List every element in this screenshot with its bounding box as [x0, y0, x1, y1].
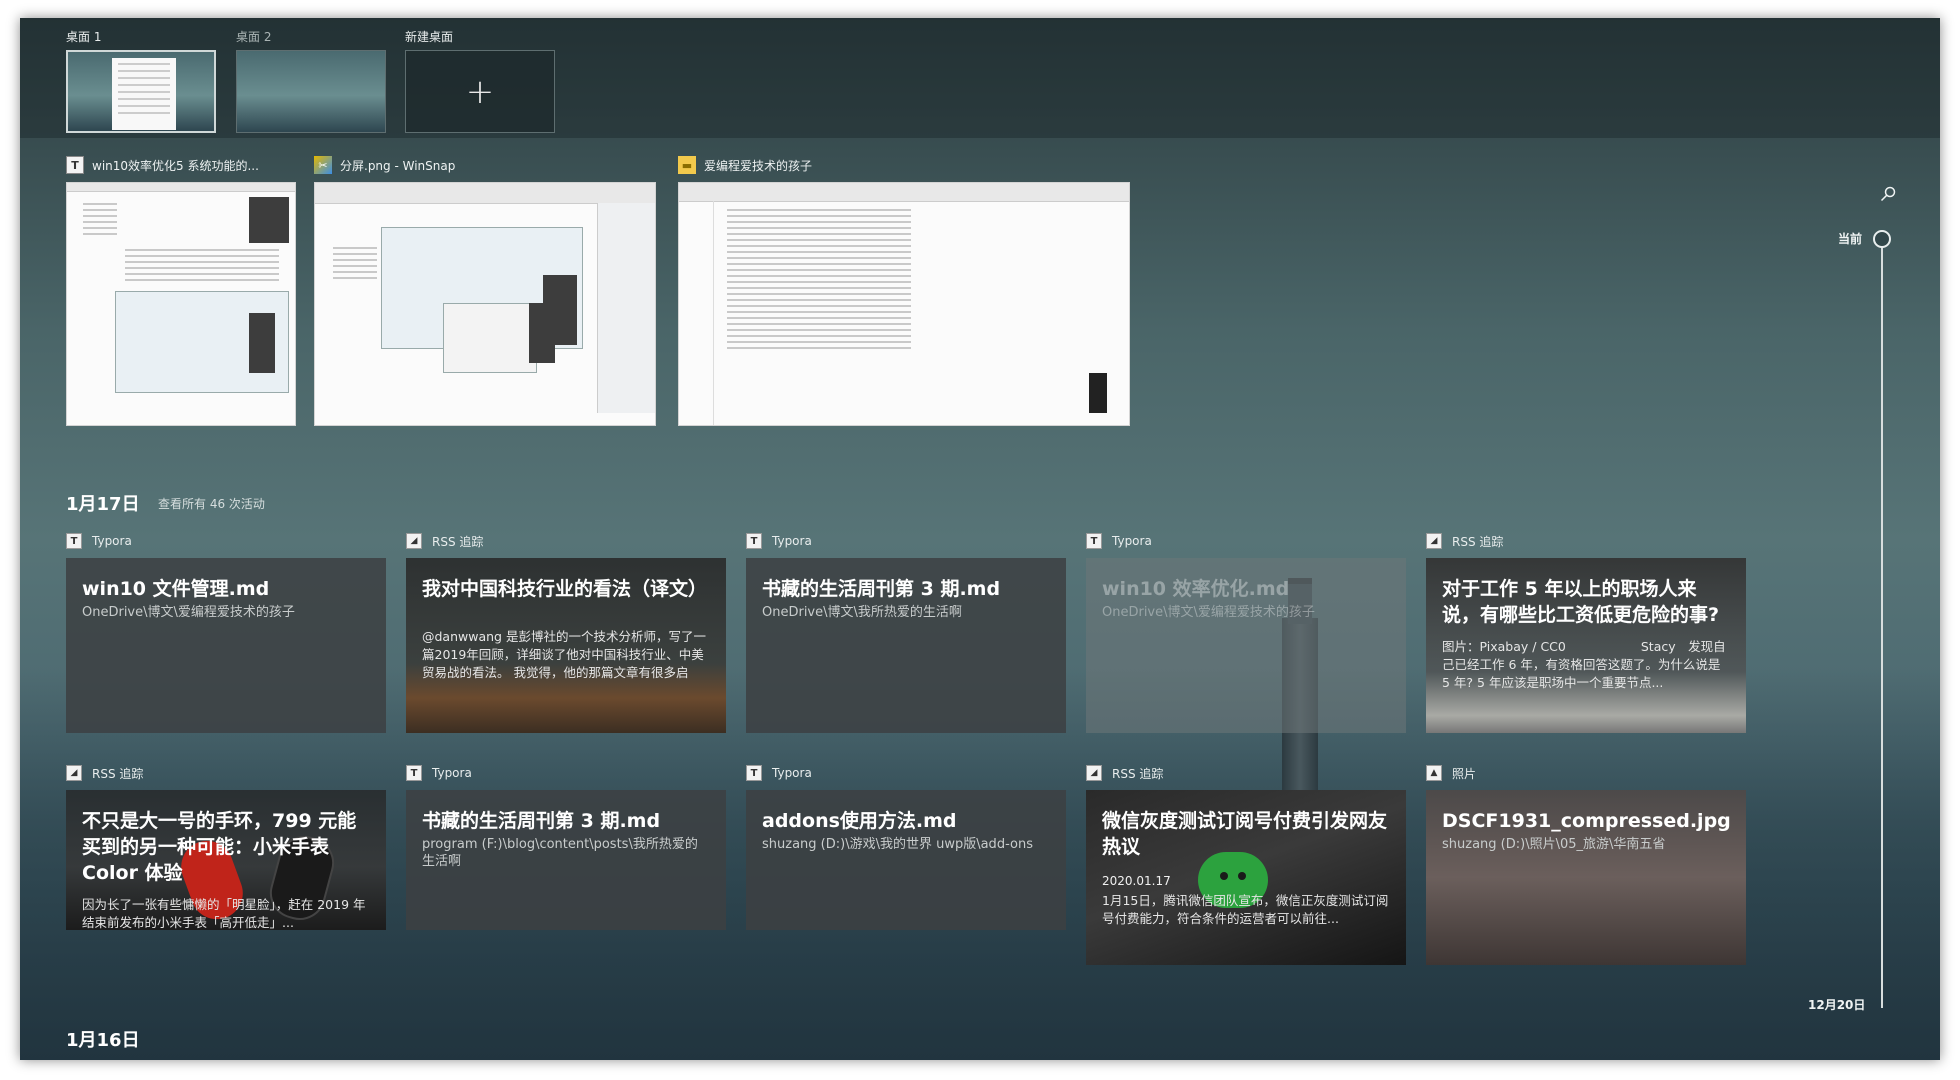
window-title: win10效率优化5 系统功能的...	[92, 158, 259, 173]
typora-icon: T	[66, 533, 82, 549]
activity-app-label: 照片	[1452, 766, 1477, 781]
activity-app-label: Typora	[432, 766, 472, 780]
window-explorer[interactable]: ▬ 爱编程爱技术的孩子	[678, 154, 1130, 426]
timeline-end-label: 12月20日	[1808, 998, 1866, 1012]
activity-path: OneDrive\博文\爱编程爱技术的孩子	[1102, 605, 1315, 620]
window-title: 爱编程爱技术的孩子	[704, 158, 813, 173]
timeline-handle[interactable]	[1873, 230, 1891, 248]
rss-icon: ◢	[1426, 533, 1442, 549]
activity-title: win10 文件管理.md	[82, 578, 270, 600]
activity-description: 因为长了一张有些慵懒的「明星脸」，赶在 2019 年结束前发布的小米手表「高开低…	[82, 897, 366, 930]
activity-path: OneDrive\博文\我所热爱的生活啊	[762, 605, 962, 620]
activity-path: OneDrive\博文\爱编程爱技术的孩子	[82, 605, 295, 620]
activity-title: 对于工作 5 年以上的职场人来说，有哪些比工资低更危险的事?	[1442, 578, 1720, 626]
activity-card[interactable]: ◢ RSS 追踪 微信灰度测试订阅号付费引发网友热议 2020.01.17 1月1…	[1086, 762, 1406, 965]
search-icon[interactable]	[1880, 186, 1896, 202]
activity-card[interactable]: ◢ RSS 追踪 对于工作 5 年以上的职场人来说，有哪些比工资低更危险的事? 图…	[1426, 530, 1746, 733]
new-desktop-button[interactable]: +	[405, 50, 555, 133]
activity-app-label: RSS 追踪	[92, 766, 144, 781]
activity-card[interactable]: T Typora 书藏的生活周刊第 3 期.md program (F:)\blo…	[406, 762, 726, 930]
window-typora[interactable]: T win10效率优化5 系统功能的...	[66, 154, 296, 426]
activity-description: 图片：Pixabay / CC0 Stacy 发现自己已经工作 6 年，有资格回…	[1442, 639, 1726, 690]
activity-card[interactable]: T Typora win10 文件管理.md OneDrive\博文\爱编程爱技术…	[66, 530, 386, 733]
folder-icon: ▬	[678, 156, 696, 174]
activity-card[interactable]: ◢ RSS 追踪 我对中国科技行业的看法（译文） @danwwang 是彭博社的一…	[406, 530, 726, 733]
activity-title: win10 效率优化.md	[1102, 578, 1290, 600]
view-all-activities-link[interactable]: 查看所有 46 次活动	[158, 495, 265, 512]
rss-icon: ◢	[406, 533, 422, 549]
window-thumbnail[interactable]	[66, 182, 296, 426]
plus-icon: +	[465, 71, 495, 112]
activity-date: 2020.01.17	[1102, 874, 1171, 888]
timeline-now-label: 当前	[1838, 232, 1863, 246]
photos-icon: ▲	[1426, 765, 1442, 781]
winsnap-icon: ✂	[314, 156, 332, 174]
desktop-1-label: 桌面 1	[66, 30, 102, 44]
rss-icon: ◢	[1086, 765, 1102, 781]
desktop-2-label: 桌面 2	[236, 30, 272, 44]
activity-card[interactable]: T Typora addons使用方法.md shuzang (D:)\游戏\我的…	[746, 762, 1066, 930]
desktop-2-thumbnail[interactable]	[236, 50, 386, 133]
task-view: 桌面 1 桌面 2 新建桌面 + T win10效率优化5 系统功能的... ✂…	[20, 18, 1940, 1060]
typora-icon: T	[746, 533, 762, 549]
activity-title: 不只是大一号的手环，799 元能买到的另一种可能：小米手表 Color 体验	[82, 810, 357, 884]
window-thumbnail[interactable]	[314, 182, 656, 426]
activity-card[interactable]: ▲ 照片 DSCF1931_compressed.jpg shuzang (D:)…	[1426, 762, 1746, 965]
activity-card[interactable]: T Typora 书藏的生活周刊第 3 期.md OneDrive\博文\我所热爱…	[746, 530, 1066, 733]
activity-title: DSCF1931_compressed.jpg	[1442, 810, 1731, 832]
activity-title: addons使用方法.md	[762, 810, 957, 832]
activity-app-label: RSS 追踪	[1452, 534, 1504, 549]
rss-icon: ◢	[66, 765, 82, 781]
typora-icon: T	[406, 765, 422, 781]
activity-path: shuzang (D:)\照片\05_旅游\华南五省	[1442, 837, 1666, 852]
activity-title: 书藏的生活周刊第 3 期.md	[762, 578, 1001, 600]
activity-path: program (F:)\blog\content\posts\我所热爱的生活啊	[422, 837, 698, 869]
activity-app-label: Typora	[1112, 534, 1152, 548]
activity-card[interactable]: ◢ RSS 追踪 不只是大一号的手环，799 元能买到的另一种可能：小米手表 Co…	[66, 762, 386, 930]
activity-app-label: Typora	[772, 534, 812, 548]
activity-app-label: Typora	[772, 766, 812, 780]
activity-title: 书藏的生活周刊第 3 期.md	[422, 810, 661, 832]
new-desktop[interactable]: 新建桌面 +	[405, 28, 555, 133]
activity-description: @danwwang 是彭博社的一个技术分析师，写了一篇2019年回顾，详细谈了他…	[422, 629, 706, 680]
typora-icon: T	[1086, 533, 1102, 549]
activity-app-label: RSS 追踪	[1112, 766, 1164, 781]
desktop-2[interactable]: 桌面 2	[236, 28, 386, 133]
activity-description: 1月15日，腾讯微信团队宣布，微信正灰度测试订阅号付费能力，符合条件的运营者可以…	[1102, 893, 1389, 926]
new-desktop-label: 新建桌面	[405, 30, 454, 44]
window-thumbnail[interactable]	[678, 182, 1130, 426]
activity-title: 我对中国科技行业的看法（译文）	[422, 578, 708, 600]
date-heading: 1月17日	[66, 494, 140, 515]
desktop-1[interactable]: 桌面 1	[66, 28, 216, 133]
date-heading: 1月16日	[66, 1030, 140, 1051]
typora-icon: T	[66, 156, 84, 174]
timeline-scrollbar[interactable]	[1881, 246, 1883, 1008]
desktop-1-thumbnail[interactable]	[66, 50, 216, 133]
activity-app-label: Typora	[92, 534, 132, 548]
window-title: 分屏.png - WinSnap	[340, 158, 456, 173]
window-winsnap[interactable]: ✂ 分屏.png - WinSnap	[314, 154, 656, 426]
activity-path: shuzang (D:)\游戏\我的世界 uwp版\add-ons	[762, 837, 1033, 852]
activity-card[interactable]: T Typora win10 效率优化.md OneDrive\博文\爱编程爱技术…	[1086, 530, 1406, 733]
activity-app-label: RSS 追踪	[432, 534, 484, 549]
typora-icon: T	[746, 765, 762, 781]
activity-title: 微信灰度测试订阅号付费引发网友热议	[1102, 810, 1388, 858]
